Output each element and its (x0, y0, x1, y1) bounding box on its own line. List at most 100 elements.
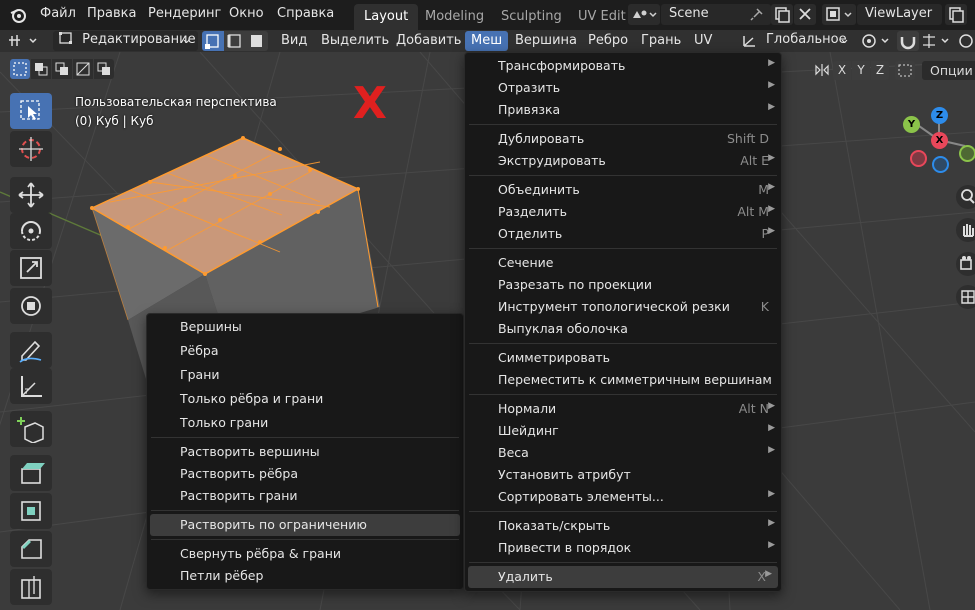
orientation-dropdown[interactable]: Глобальное ⌄ (760, 31, 852, 51)
dissolve-vertices-item[interactable]: Растворить вершины (147, 441, 463, 463)
separate-item[interactable]: Отделить P ▶ (465, 223, 781, 245)
pin-icon[interactable] (750, 7, 764, 21)
gizmo-neg-y-axis[interactable] (959, 145, 975, 162)
show-hide-item[interactable]: Показать/скрыть ▶ (465, 515, 781, 537)
tab-uv-edit[interactable]: UV Edit (568, 4, 636, 30)
dissolve-edges-item[interactable]: Растворить рёбра (147, 463, 463, 485)
delete-scene-icon[interactable] (794, 4, 816, 25)
knife-topology-tool-item[interactable]: Инструмент топологической резки K (465, 296, 781, 318)
annotate-tool-icon[interactable] (10, 332, 52, 368)
set-attribute-item[interactable]: Установить атрибут (465, 464, 781, 486)
mode-dropdown[interactable]: Редактирование ⌄ (53, 31, 198, 51)
menu-face[interactable]: Грань (641, 33, 681, 48)
navigation-gizmo[interactable]: Z Y X (903, 104, 975, 174)
mirror-z-toggle[interactable]: Z (871, 61, 889, 80)
convex-hull-item[interactable]: Выпуклая оболочка (465, 318, 781, 340)
duplicate-item[interactable]: Дублировать Shift D (465, 128, 781, 150)
gizmo-x-axis[interactable]: X (931, 132, 948, 149)
editor-type-icon[interactable] (8, 32, 44, 50)
menu-render[interactable]: Рендеринг (148, 6, 221, 21)
pivot-point-icon[interactable] (860, 32, 894, 50)
viewlayer-name-field[interactable]: ViewLayer (857, 4, 942, 25)
inset-faces-tool-icon[interactable] (10, 493, 52, 529)
extrude-item[interactable]: Экструдировать Alt E ▶ (465, 150, 781, 172)
tab-layout[interactable]: Layout (354, 4, 419, 30)
menu-select[interactable]: Выделить (321, 33, 389, 48)
loop-cut-tool-icon[interactable] (10, 569, 52, 605)
camera-view-icon[interactable] (956, 252, 975, 276)
cursor-tool-icon[interactable] (10, 131, 52, 167)
gizmo-z-axis[interactable]: Z (931, 107, 948, 124)
select-invert-icon[interactable] (73, 59, 93, 79)
tab-sculpting[interactable]: Sculpting (491, 4, 572, 30)
sort-elements-item[interactable]: Сортировать элементы... ▶ (465, 486, 781, 508)
knife-project-item[interactable]: Разрезать по проекции (465, 274, 781, 296)
delete-faces-item[interactable]: Грани (147, 364, 463, 386)
menu-window[interactable]: Окно (229, 6, 264, 21)
pan-hand-icon[interactable] (956, 218, 975, 242)
symmetrize-item[interactable]: Симметрировать (465, 347, 781, 369)
menu-edge[interactable]: Ребро (588, 33, 628, 48)
scene-selector-icon[interactable] (628, 4, 660, 25)
edge-select-mode-icon[interactable] (224, 31, 246, 51)
move-tool-icon[interactable] (10, 177, 52, 213)
gizmo-y-axis[interactable]: Y (903, 116, 920, 133)
new-viewlayer-icon[interactable] (945, 4, 967, 25)
menu-uv[interactable]: UV (694, 33, 712, 48)
proportional-edit-icon[interactable] (957, 32, 975, 50)
auto-merge-icon[interactable] (895, 61, 915, 80)
menu-add[interactable]: Добавить (396, 33, 461, 48)
perspective-toggle-icon[interactable] (956, 285, 975, 309)
menu-mesh[interactable]: Меш (465, 31, 509, 51)
delete-item[interactable]: Удалить X ▶ (468, 566, 778, 588)
menu-vertex[interactable]: Вершина (515, 33, 577, 48)
select-intersect-icon[interactable] (94, 59, 114, 79)
zoom-icon[interactable] (956, 185, 975, 209)
new-scene-icon[interactable] (771, 4, 793, 25)
vertex-select-mode-icon[interactable] (202, 31, 224, 51)
weights-item[interactable]: Веса ▶ (465, 442, 781, 464)
bevel-tool-icon[interactable] (10, 531, 52, 567)
snap-settings-icon[interactable] (920, 32, 954, 50)
scale-tool-icon[interactable] (10, 250, 52, 286)
delete-edges-faces-item[interactable]: Только рёбра и грани (147, 388, 463, 410)
dissolve-faces-item[interactable]: Растворить грани (147, 485, 463, 507)
edge-loops-item[interactable]: Петли рёбер (147, 565, 463, 587)
menu-file[interactable]: Файл (40, 6, 76, 21)
transform-item[interactable]: Трансформировать ▶ (465, 55, 781, 77)
select-extend-icon[interactable] (31, 59, 51, 79)
mirror-x-toggle[interactable]: X (833, 61, 851, 80)
delete-vertices-item[interactable]: Вершины (147, 316, 463, 338)
snap-to-symmetry-item[interactable]: Переместить к симметричным вершинам (465, 369, 781, 391)
gizmo-neg-z-axis[interactable] (932, 156, 949, 173)
tab-modeling[interactable]: Modeling (415, 4, 494, 30)
viewlayer-selector-icon[interactable] (822, 4, 856, 25)
gizmo-neg-x-axis[interactable] (910, 150, 927, 167)
mirror-y-toggle[interactable]: Y (852, 61, 870, 80)
select-subtract-icon[interactable] (52, 59, 72, 79)
blender-logo-icon[interactable] (9, 6, 27, 24)
shading-item[interactable]: Шейдинг ▶ (465, 420, 781, 442)
normals-item[interactable]: Нормали Alt N ▶ (465, 398, 781, 420)
delete-edges-item[interactable]: Рёбра (147, 340, 463, 362)
menu-help[interactable]: Справка (277, 6, 334, 21)
snap-magnet-icon[interactable] (897, 31, 919, 51)
measure-tool-icon[interactable] (10, 368, 52, 404)
add-cube-tool-icon[interactable] (10, 411, 52, 447)
split-item[interactable]: Разделить Alt M ▶ (465, 201, 781, 223)
clean-up-item[interactable]: Привести в порядок ▶ (465, 537, 781, 559)
mirror-item[interactable]: Отразить ▶ (465, 77, 781, 99)
snap-item[interactable]: Привязка ▶ (465, 99, 781, 121)
options-button[interactable]: Опции (922, 61, 975, 80)
menu-edit[interactable]: Правка (87, 6, 136, 21)
transform-tool-icon[interactable] (10, 288, 52, 324)
rotate-tool-icon[interactable] (10, 213, 52, 249)
extrude-tool-icon[interactable] (10, 455, 52, 491)
menu-view[interactable]: Вид (281, 33, 307, 48)
delete-only-faces-item[interactable]: Только грани (147, 412, 463, 434)
select-box-mode-icon[interactable] (10, 59, 30, 79)
limited-dissolve-item[interactable]: Растворить по ограничению (150, 514, 460, 536)
select-box-tool[interactable] (10, 93, 52, 129)
collapse-edges-faces-item[interactable]: Свернуть рёбра & грани (147, 543, 463, 565)
bisect-item[interactable]: Сечение (465, 252, 781, 274)
